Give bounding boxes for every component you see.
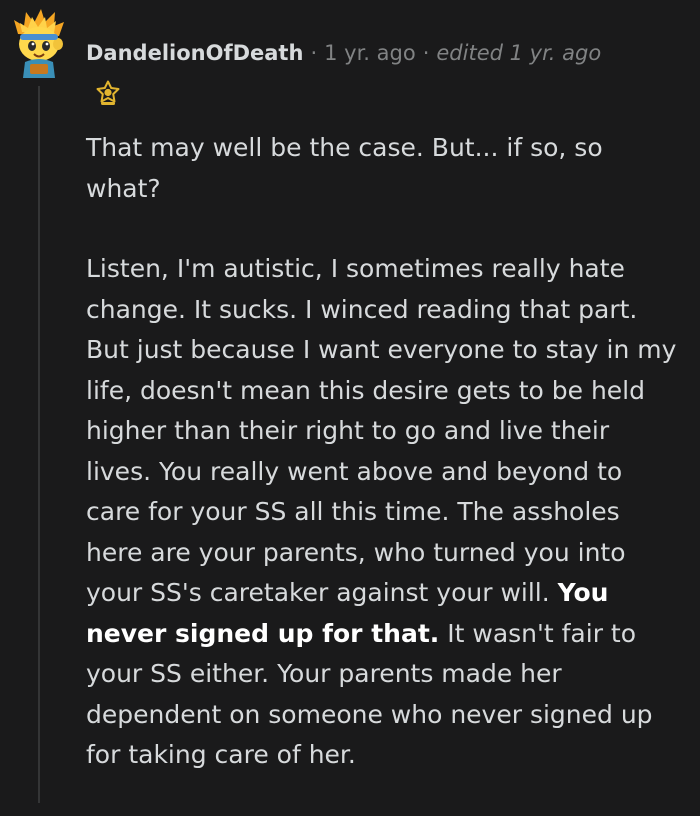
comment-paragraph: Listen, I'm autistic, I sometimes really… [86, 249, 682, 776]
comment-paragraph: That may well be the case. But... if so,… [86, 133, 603, 203]
snoo-avatar-icon[interactable] [10, 6, 68, 78]
comment-age[interactable]: 1 yr. ago [324, 41, 416, 65]
separator-dot: · [310, 41, 318, 65]
comment-meta: DandelionOfDeath · 1 yr. ago · edited 1 … [86, 36, 601, 70]
award-icon [96, 80, 120, 105]
comment-body: That may well be the case. But... if so,… [86, 128, 682, 816]
separator-dot: · [422, 41, 430, 65]
comment-text: Listen, I'm autistic, I sometimes really… [86, 254, 677, 607]
edited-timestamp: edited 1 yr. ago [436, 41, 602, 65]
username-link[interactable]: DandelionOfDeath [86, 41, 303, 65]
thread-line[interactable] [38, 86, 40, 803]
